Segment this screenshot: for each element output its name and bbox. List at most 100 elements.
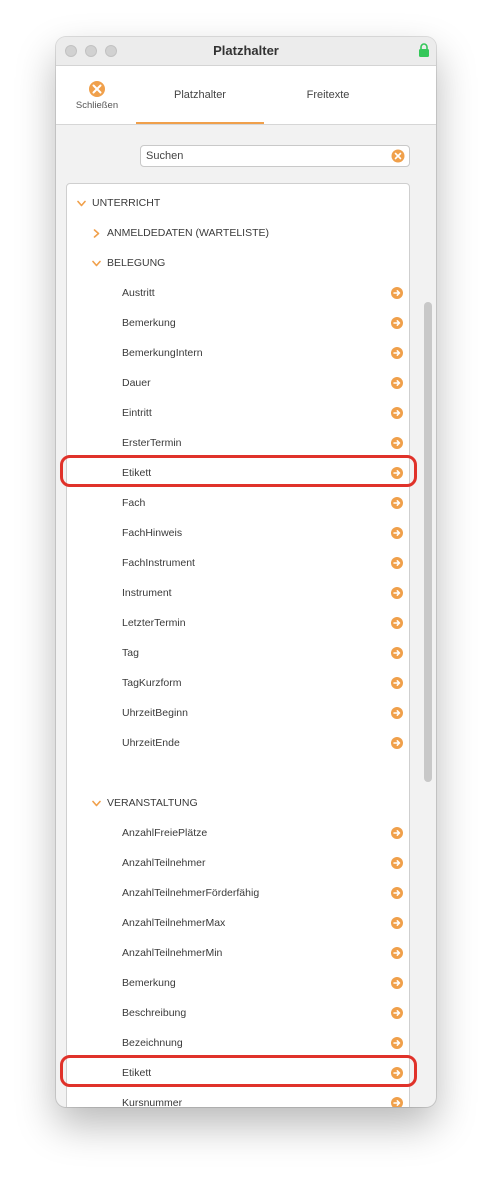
insert-arrow-icon[interactable] (391, 887, 403, 899)
scrollbar-thumb[interactable] (424, 302, 432, 782)
placeholder-item[interactable]: BemerkungIntern (67, 338, 409, 368)
lock-icon[interactable] (418, 43, 430, 58)
placeholder-item-label: FachHinweis (122, 527, 183, 539)
placeholder-item-label: UhrzeitEnde (122, 737, 180, 749)
placeholder-item-label: Bemerkung (122, 977, 176, 989)
placeholder-item[interactable]: AnzahlTeilnehmerMin (67, 938, 409, 968)
insert-arrow-icon[interactable] (391, 557, 403, 569)
insert-arrow-icon[interactable] (391, 377, 403, 389)
placeholder-item-label: Beschreibung (122, 1007, 187, 1019)
toolbar: Schließen Platzhalter Freitexte (56, 66, 436, 125)
highlight-etikett-veranstaltung (60, 1055, 417, 1087)
placeholder-item-label: AnzahlTeilnehmer (122, 857, 206, 869)
group-belegung[interactable]: BELEGUNG (67, 248, 409, 278)
chevron-right-icon (93, 229, 100, 238)
insert-arrow-icon[interactable] (391, 287, 403, 299)
placeholder-item-label: ErsterTermin (122, 437, 182, 449)
placeholder-item[interactable]: Tag (67, 638, 409, 668)
placeholder-item[interactable]: AnzahlFreiePlätze (67, 818, 409, 848)
insert-arrow-icon[interactable] (391, 917, 403, 929)
close-circle-icon (89, 81, 105, 97)
placeholder-item[interactable]: ErsterTermin (67, 428, 409, 458)
insert-arrow-icon[interactable] (391, 977, 403, 989)
placeholder-item[interactable]: Bemerkung (67, 968, 409, 998)
group-unterricht[interactable]: UNTERRICHT (67, 188, 409, 218)
placeholder-item-label: Fach (122, 497, 146, 509)
insert-arrow-icon[interactable] (391, 437, 403, 449)
tab-freitexte[interactable]: Freitexte (264, 66, 392, 124)
placeholder-item-label: Eintritt (122, 407, 152, 419)
insert-arrow-icon[interactable] (391, 647, 403, 659)
placeholder-item[interactable]: FachHinweis (67, 518, 409, 548)
placeholder-item-label: AnzahlTeilnehmerFörderfähig (122, 887, 260, 899)
placeholder-item-label: Tag (122, 647, 139, 659)
placeholder-item-label: Kursnummer (122, 1097, 183, 1107)
tab-platzhalter[interactable]: Platzhalter (136, 66, 264, 124)
window-title: Platzhalter (213, 43, 279, 58)
placeholder-item[interactable]: LetzterTermin (67, 608, 409, 638)
group-veranstaltung[interactable]: VERANSTALTUNG (67, 788, 409, 818)
insert-arrow-icon[interactable] (391, 1097, 403, 1107)
placeholder-item[interactable]: Beschreibung (67, 998, 409, 1028)
highlight-etikett-belegung (60, 455, 417, 487)
placeholder-item-label: Instrument (122, 587, 172, 599)
group-label: VERANSTALTUNG (107, 797, 198, 809)
placeholder-item-label: Austritt (122, 287, 155, 299)
insert-arrow-icon[interactable] (391, 1037, 403, 1049)
placeholder-item-label: UhrzeitBeginn (122, 707, 188, 719)
placeholder-item[interactable]: FachInstrument (67, 548, 409, 578)
placeholder-item[interactable]: Bemerkung (67, 308, 409, 338)
group-label: UNTERRICHT (92, 197, 161, 209)
placeholder-item[interactable]: Austritt (67, 278, 409, 308)
insert-arrow-icon[interactable] (391, 827, 403, 839)
placeholder-item[interactable]: Instrument (67, 578, 409, 608)
placeholder-item[interactable]: UhrzeitBeginn (67, 698, 409, 728)
placeholder-item[interactable]: AnzahlTeilnehmer (67, 848, 409, 878)
placeholder-item[interactable]: Kursnummer (67, 1088, 409, 1107)
group-label: BELEGUNG (107, 257, 166, 269)
insert-arrow-icon[interactable] (391, 677, 403, 689)
insert-arrow-icon[interactable] (391, 317, 403, 329)
placeholder-item[interactable]: Eintritt (67, 398, 409, 428)
placeholder-item-label: TagKurzform (122, 677, 182, 689)
clear-search-icon[interactable] (391, 149, 405, 163)
placeholder-item-label: AnzahlTeilnehmerMin (122, 947, 223, 959)
placeholder-item[interactable]: TagKurzform (67, 668, 409, 698)
placeholder-item[interactable]: AnzahlTeilnehmerFörderfähig (67, 878, 409, 908)
placeholder-item[interactable]: AnzahlTeilnehmerMax (67, 908, 409, 938)
insert-arrow-icon[interactable] (391, 347, 403, 359)
close-button[interactable]: Schließen (66, 76, 128, 122)
placeholder-item-label: FachInstrument (122, 557, 195, 569)
placeholder-list: UNTERRICHT ANMELDEDATEN (WARTELISTE) BELEG… (66, 183, 410, 1107)
placeholder-window: Platzhalter Schließen Platzhalter Freite… (56, 37, 436, 1107)
placeholder-item-label: Bemerkung (122, 317, 176, 329)
insert-arrow-icon[interactable] (391, 857, 403, 869)
placeholder-item[interactable]: Bezeichnung (67, 1028, 409, 1058)
group-anmeldedaten[interactable]: ANMELDEDATEN (WARTELISTE) (67, 218, 409, 248)
placeholder-item-label: Bezeichnung (122, 1037, 183, 1049)
insert-arrow-icon[interactable] (391, 407, 403, 419)
close-button-label: Schließen (75, 100, 119, 111)
placeholder-item[interactable]: Fach (67, 488, 409, 518)
chevron-down-icon (92, 260, 101, 267)
chevron-down-icon (77, 200, 86, 207)
chevron-down-icon (92, 800, 101, 807)
insert-arrow-icon[interactable] (391, 587, 403, 599)
insert-arrow-icon[interactable] (391, 617, 403, 629)
placeholder-item[interactable]: Dauer (67, 368, 409, 398)
group-label: ANMELDEDATEN (WARTELISTE) (107, 227, 269, 239)
placeholder-item-label: AnzahlTeilnehmerMax (122, 917, 226, 929)
search-field (140, 145, 410, 167)
search-input[interactable] (146, 149, 381, 163)
placeholder-item[interactable]: UhrzeitEnde (67, 728, 409, 758)
placeholder-item-label: BemerkungIntern (122, 347, 203, 359)
insert-arrow-icon[interactable] (391, 947, 403, 959)
insert-arrow-icon[interactable] (391, 737, 403, 749)
insert-arrow-icon[interactable] (391, 497, 403, 509)
placeholder-item-label: Dauer (122, 377, 151, 389)
insert-arrow-icon[interactable] (391, 707, 403, 719)
placeholder-item-label: AnzahlFreiePlätze (122, 827, 208, 839)
insert-arrow-icon[interactable] (391, 527, 403, 539)
insert-arrow-icon[interactable] (391, 1007, 403, 1019)
placeholder-item-label: LetzterTermin (122, 617, 186, 629)
